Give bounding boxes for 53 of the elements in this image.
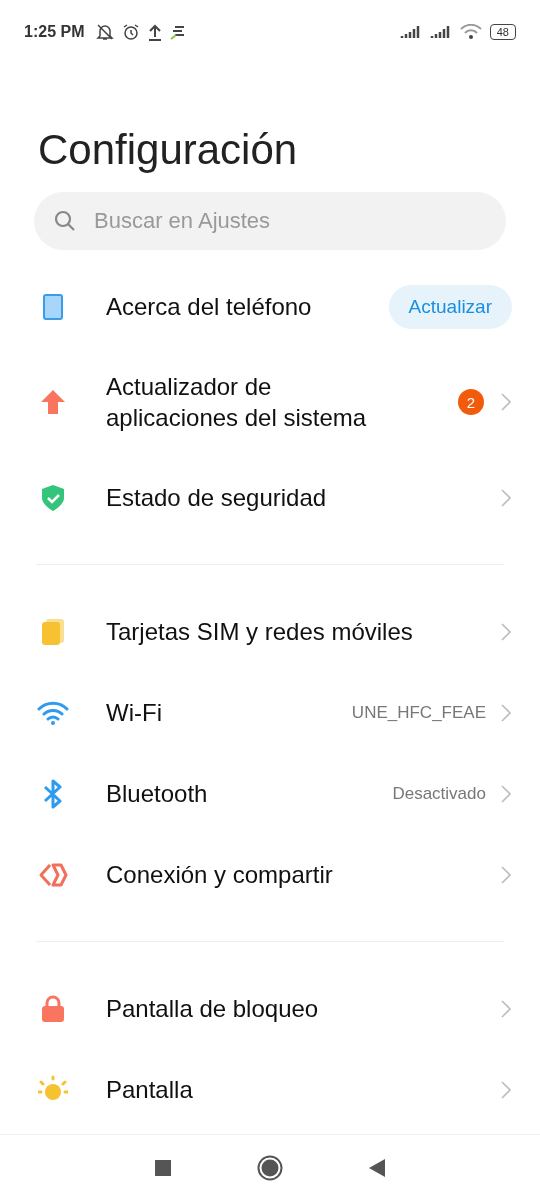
settings-item[interactable]: Conexión y compartir: [0, 834, 540, 915]
chevron-right-icon: [500, 487, 512, 508]
signal-icon: [429, 25, 452, 39]
chevron-right-icon: [500, 783, 512, 804]
item-label: Conexión y compartir: [106, 860, 334, 890]
wifi-icon: [37, 700, 69, 725]
up-arrow-icon: [40, 389, 66, 415]
settings-item[interactable]: Pantalla: [0, 1049, 540, 1130]
item-label: Acerca del teléfono: [106, 292, 313, 322]
sim-card-icon: [40, 617, 66, 646]
app-notification-icon: [170, 23, 187, 41]
recent-apps-icon[interactable]: [155, 1159, 171, 1176]
settings-item[interactable]: Acerca del teléfono Actualizar: [0, 266, 540, 347]
setting-value: UNE_HFC_FEAE: [351, 702, 486, 723]
chevron-right-icon: [500, 998, 512, 1019]
item-label: Tarjetas SIM y redes móviles: [106, 617, 414, 647]
chevron-right-icon: [500, 702, 512, 723]
settings-item[interactable]: Actualizador de aplicaciones del sistema 2: [0, 347, 540, 457]
setting-value: Desactivado: [392, 783, 486, 804]
lock-icon: [41, 994, 65, 1023]
settings-item[interactable]: Wi-Fi UNE_HFC_FEAE: [0, 672, 540, 753]
upload-icon: [148, 23, 163, 41]
back-icon[interactable]: [369, 1158, 385, 1177]
mute-bell-icon: [96, 23, 115, 41]
search-bar[interactable]: Buscar en Ajustes: [34, 192, 506, 250]
battery-level: 48: [489, 24, 516, 40]
page-title: Configuración: [38, 126, 299, 174]
phone-icon: [43, 293, 63, 320]
signal-icon: [399, 25, 422, 39]
item-label: Estado de seguridad: [106, 483, 328, 513]
shield-check-icon: [41, 483, 65, 512]
item-label: Pantalla: [106, 1075, 194, 1105]
settings-item[interactable]: Pantalla de bloqueo: [0, 968, 540, 1049]
settings-item[interactable]: Bluetooth Desactivado: [0, 753, 540, 834]
item-label: Actualizador de aplicaciones del sistema: [106, 372, 368, 433]
chevron-right-icon: [500, 392, 512, 412]
home-icon[interactable]: [257, 1154, 283, 1181]
search-icon: [54, 210, 76, 232]
item-label: Bluetooth: [106, 779, 209, 809]
bluetooth-icon: [42, 778, 64, 809]
chevron-right-icon: [500, 864, 512, 885]
chevron-right-icon: [500, 1079, 512, 1100]
settings-item[interactable]: Tarjetas SIM y redes móviles: [0, 591, 540, 672]
wifi-icon: [459, 24, 482, 40]
count-badge: 2: [458, 389, 484, 415]
settings-item[interactable]: Estado de seguridad: [0, 457, 540, 538]
item-label: Pantalla de bloqueo: [106, 994, 320, 1024]
status-time: 1:25 PM: [24, 23, 85, 41]
item-label: Wi-Fi: [106, 698, 163, 728]
chevron-right-icon: [500, 621, 512, 642]
search-field[interactable]: Buscar en Ajustes: [94, 192, 486, 250]
alarm-icon: [122, 23, 141, 41]
share-connection-icon: [38, 861, 68, 888]
